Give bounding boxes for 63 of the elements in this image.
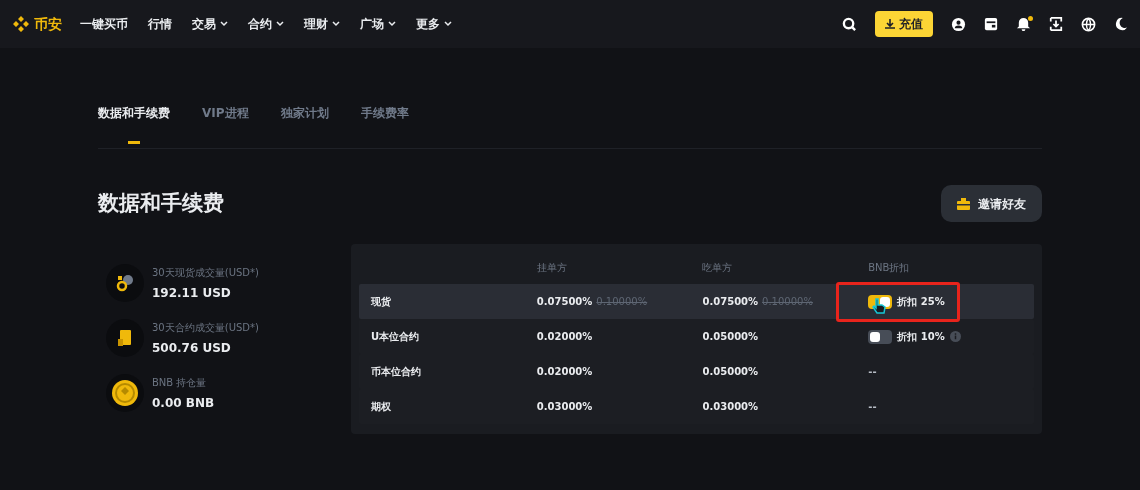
logo-icon: [12, 15, 30, 33]
chevron-down-icon: [388, 21, 396, 27]
nav-link[interactable]: 广场: [360, 15, 396, 33]
page-title: 数据和手续费: [98, 189, 224, 217]
hand-cursor-icon: [872, 298, 887, 314]
tab[interactable]: VIP进程: [202, 104, 249, 148]
column-header: 挂单方: [536, 262, 567, 273]
moon-icon[interactable]: [1114, 17, 1128, 31]
stat-value: 0.00 BNB: [152, 394, 215, 412]
logo-text: 币安: [34, 14, 62, 34]
old-fee: 0.10000%: [596, 295, 648, 309]
column-header: BNB折扣: [868, 262, 910, 273]
old-fee: 0.10000%: [762, 295, 813, 309]
gift-icon: [957, 197, 970, 210]
stat-label: 30天现货成交量(USD*): [152, 265, 259, 280]
coin-icon: [106, 374, 144, 412]
row-label: 现货: [371, 296, 391, 307]
taker-fee: 0.03000%: [702, 400, 759, 414]
globe-icon[interactable]: [1081, 16, 1096, 32]
chevron-down-icon: [444, 21, 452, 27]
chevron-down-icon: [332, 21, 340, 27]
nav-link[interactable]: 合约: [248, 15, 284, 33]
column-header: 吃单方: [702, 262, 733, 273]
maker-fee: 0.07500%: [536, 295, 593, 309]
nav-link[interactable]: 更多: [416, 15, 452, 33]
discount-value: --: [868, 400, 877, 414]
chevron-down-icon: [276, 21, 284, 27]
chevron-down-icon: [220, 21, 228, 27]
maker-fee: 0.02000%: [536, 330, 593, 344]
taker-fee: 0.05000%: [702, 330, 759, 344]
coins-icon: [106, 264, 144, 302]
stat-label: BNB 持仓量: [152, 375, 208, 390]
taker-fee: 0.05000%: [702, 365, 759, 379]
bell-icon[interactable]: [1016, 16, 1031, 32]
stat-label: 30天合约成交量(USD*): [152, 320, 259, 335]
toggle-switch[interactable]: [868, 329, 893, 344]
wallet-icon[interactable]: [984, 17, 998, 31]
download-icon: [885, 19, 895, 29]
row-label: 期权: [371, 401, 391, 412]
user-icon[interactable]: [951, 16, 966, 32]
tab[interactable]: 数据和手续费: [98, 104, 170, 148]
transfer-icon[interactable]: [1049, 17, 1063, 31]
tab[interactable]: 独家计划: [280, 104, 329, 148]
nav-link[interactable]: 理财: [304, 15, 340, 33]
stat-value: 192.11 USD: [152, 284, 232, 302]
discount-label: 折扣 10%: [897, 330, 945, 344]
row-label: U本位合约: [371, 331, 420, 342]
contract-icon: [106, 319, 144, 357]
invite-button[interactable]: 邀请好友: [941, 185, 1042, 222]
maker-fee: 0.02000%: [536, 365, 593, 379]
search-icon[interactable]: [842, 16, 857, 32]
nav-link[interactable]: 一键买币: [80, 15, 128, 33]
maker-fee: 0.03000%: [536, 400, 593, 414]
taker-fee: 0.07500%: [702, 295, 759, 309]
tab-indicator: [128, 141, 140, 144]
discount-value: --: [868, 365, 877, 379]
discount-label: 折扣 25%: [897, 295, 945, 309]
nav-link[interactable]: 交易: [192, 15, 228, 33]
row-label: 币本位合约: [371, 366, 421, 377]
stat-value: 500.76 USD: [152, 339, 232, 357]
nav-link[interactable]: 行情: [148, 15, 172, 33]
tab[interactable]: 手续费率: [360, 104, 409, 148]
deposit-button[interactable]: 充值: [875, 11, 933, 37]
